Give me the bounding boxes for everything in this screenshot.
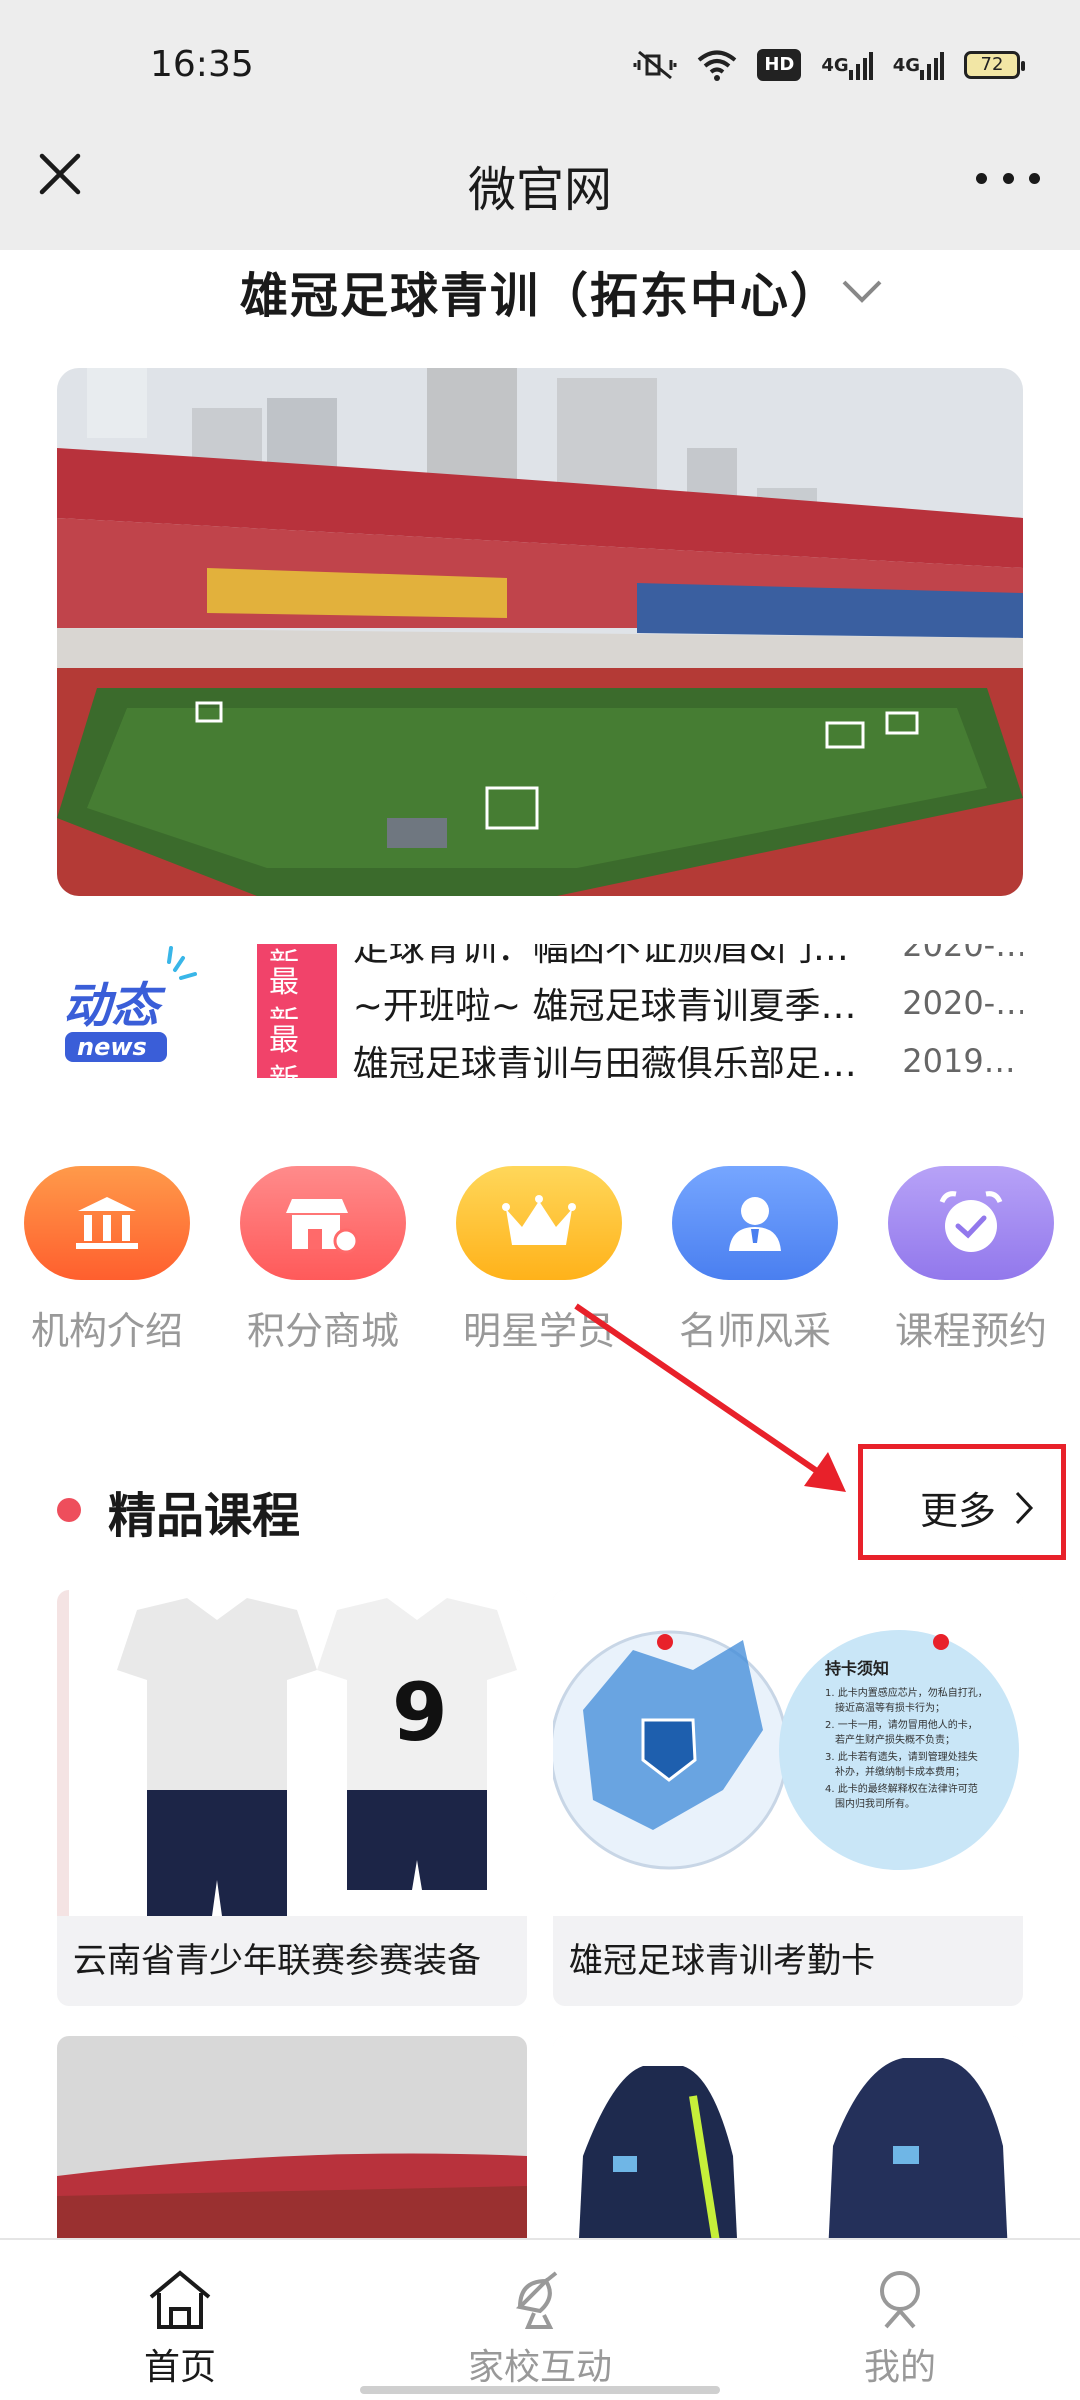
- news-logo: 动态 news: [57, 944, 207, 1078]
- banner-image[interactable]: [57, 368, 1023, 896]
- clock-icon: [888, 1166, 1054, 1280]
- wifi-icon: [697, 48, 737, 82]
- page-title: 微官网: [467, 162, 612, 218]
- hd-badge: HD: [757, 49, 802, 81]
- nav-label: 首页: [143, 2347, 216, 2388]
- svg-text:围内归我司所有。: 围内归我司所有。: [835, 1797, 915, 1810]
- dot-icon: [1002, 172, 1014, 184]
- home-indicator[interactable]: [360, 2386, 720, 2394]
- product-card[interactable]: 9 云南省青少年联赛参赛装备: [57, 1590, 527, 2006]
- quick-link-label: 课程预约: [894, 1309, 1047, 1353]
- more-options-button[interactable]: [976, 168, 1040, 188]
- nav-interaction[interactable]: 家校互动: [440, 2264, 640, 2390]
- product-label: 雄冠足球青训考勤卡: [569, 1941, 875, 1981]
- svg-text:2. 一卡一用，请勿冒用他人的卡，: 2. 一卡一用，请勿冒用他人的卡，: [825, 1718, 978, 1731]
- user-icon: [800, 2264, 1000, 2334]
- signal-icon-2: 4G: [893, 48, 944, 82]
- nav-label: 我的: [863, 2347, 936, 2388]
- status-time: 16:35: [150, 44, 254, 85]
- section-dot: [57, 1498, 81, 1522]
- news-title: 雄冠足球青训与田薇俱乐部足球…: [352, 1044, 883, 1078]
- news-date: 2019…: [902, 1042, 1016, 1078]
- svg-text:动态: 动态: [63, 978, 166, 1034]
- satellite-icon: [440, 2264, 640, 2334]
- more-label: 更多: [920, 1489, 997, 1533]
- status-icons: HD 4G 4G 72: [633, 48, 1025, 82]
- quick-link-label: 明星学员: [462, 1309, 615, 1353]
- news-date: 2020-…: [902, 984, 1023, 1022]
- news-ticker[interactable]: 动态 news 最新 足球青训：幅困不证颁眉&门神… 2020-… 最新 ~开班…: [57, 944, 1023, 1078]
- news-tag: 最新: [257, 1019, 337, 1078]
- nav-profile[interactable]: 我的: [800, 2264, 1000, 2390]
- attendance-card-image: 持卡须知 1. 此卡内置感应芯片，勿私自打孔， 接近高温等有损卡行为； 2. 一…: [553, 1590, 1023, 1916]
- svg-text:补办，并缴纳制卡成本费用；: 补办，并缴纳制卡成本费用；: [835, 1765, 965, 1778]
- nav-label: 家校互动: [467, 2347, 612, 2388]
- dot-icon: [1029, 172, 1040, 184]
- svg-text:1. 此卡内置感应芯片，勿私自打孔，: 1. 此卡内置感应芯片，勿私自打孔，: [825, 1686, 988, 1699]
- shop-icon: [240, 1166, 406, 1280]
- news-title: ~开班啦~ 雄冠足球青训夏季班…: [352, 986, 883, 1027]
- quick-link-shop[interactable]: 积分商城: [238, 1166, 408, 1355]
- news-item[interactable]: 最新 足球青训：幅困不证颁眉&门神… 2020-…: [257, 944, 1023, 987]
- teacher-icon: [672, 1166, 838, 1280]
- jersey-image: 9: [57, 1590, 527, 1916]
- news-item[interactable]: 最新 雄冠足球青训与田薇俱乐部足球… 2019…: [257, 1019, 1023, 1078]
- bottom-nav: 首页 家校互动 我的: [0, 2238, 1080, 2400]
- quick-link-label: 名师风采: [678, 1309, 831, 1353]
- bank-icon: [24, 1166, 190, 1280]
- svg-text:若产生财产损失概不负责；: 若产生财产损失概不负责；: [835, 1733, 955, 1746]
- product-card[interactable]: 持卡须知 1. 此卡内置感应芯片，勿私自打孔， 接近高温等有损卡行为； 2. 一…: [553, 1590, 1023, 2006]
- news-list: 最新 足球青训：幅困不证颁眉&门神… 2020-… 最新 ~开班啦~ 雄冠足球青…: [257, 944, 1023, 1078]
- svg-text:接近高温等有损卡行为；: 接近高温等有损卡行为；: [835, 1701, 945, 1714]
- product-label: 云南省青少年联赛参赛装备: [73, 1941, 481, 1981]
- stadium-image: [57, 368, 1023, 896]
- quick-link-intro[interactable]: 机构介绍: [22, 1166, 192, 1355]
- more-link[interactable]: 更多: [920, 1480, 1034, 1535]
- quick-link-label: 机构介绍: [30, 1309, 183, 1353]
- top-bar: 16:35 HD 4G 4G 72 微官网: [0, 0, 1080, 250]
- svg-text:9: 9: [392, 1666, 448, 1759]
- section-title: 精品课程: [108, 1488, 301, 1544]
- crown-icon: [456, 1166, 622, 1280]
- quick-link-stars[interactable]: 明星学员: [454, 1166, 624, 1355]
- svg-text:news: news: [77, 1033, 147, 1061]
- org-name: 雄冠足球青训（拓东中心）: [239, 268, 840, 324]
- news-title: 足球青训：幅困不证颁眉&门神…: [352, 944, 883, 969]
- news-date: 2020-…: [902, 944, 1023, 964]
- quick-links: 机构介绍 积分商城 明星学员 名师风采 课程预约: [0, 1166, 1080, 1356]
- battery-icon: 72: [964, 51, 1025, 79]
- chevron-right-icon: [1015, 1491, 1034, 1524]
- mute-vibrate-icon: [633, 48, 677, 82]
- nav-home[interactable]: 首页: [80, 2264, 280, 2390]
- chevron-down-icon[interactable]: [840, 276, 884, 306]
- quick-link-booking[interactable]: 课程预约: [886, 1166, 1056, 1355]
- quick-link-label: 积分商城: [246, 1309, 399, 1353]
- svg-text:3. 此卡若有遗失，请到管理处挂失: 3. 此卡若有遗失，请到管理处挂失: [825, 1750, 978, 1763]
- news-item[interactable]: 最新 ~开班啦~ 雄冠足球青训夏季班… 2020-…: [257, 961, 1023, 1045]
- signal-icon-1: 4G: [821, 48, 873, 82]
- svg-text:4. 此卡的最终解释权在法律许可范: 4. 此卡的最终解释权在法律许可范: [825, 1782, 978, 1795]
- svg-text:持卡须知: 持卡须知: [825, 1659, 889, 1678]
- home-icon: [80, 2264, 280, 2334]
- dot-icon: [976, 172, 987, 184]
- org-selector[interactable]: 雄冠足球青训（拓东中心）: [0, 256, 1080, 336]
- quick-link-teachers[interactable]: 名师风采: [670, 1166, 840, 1355]
